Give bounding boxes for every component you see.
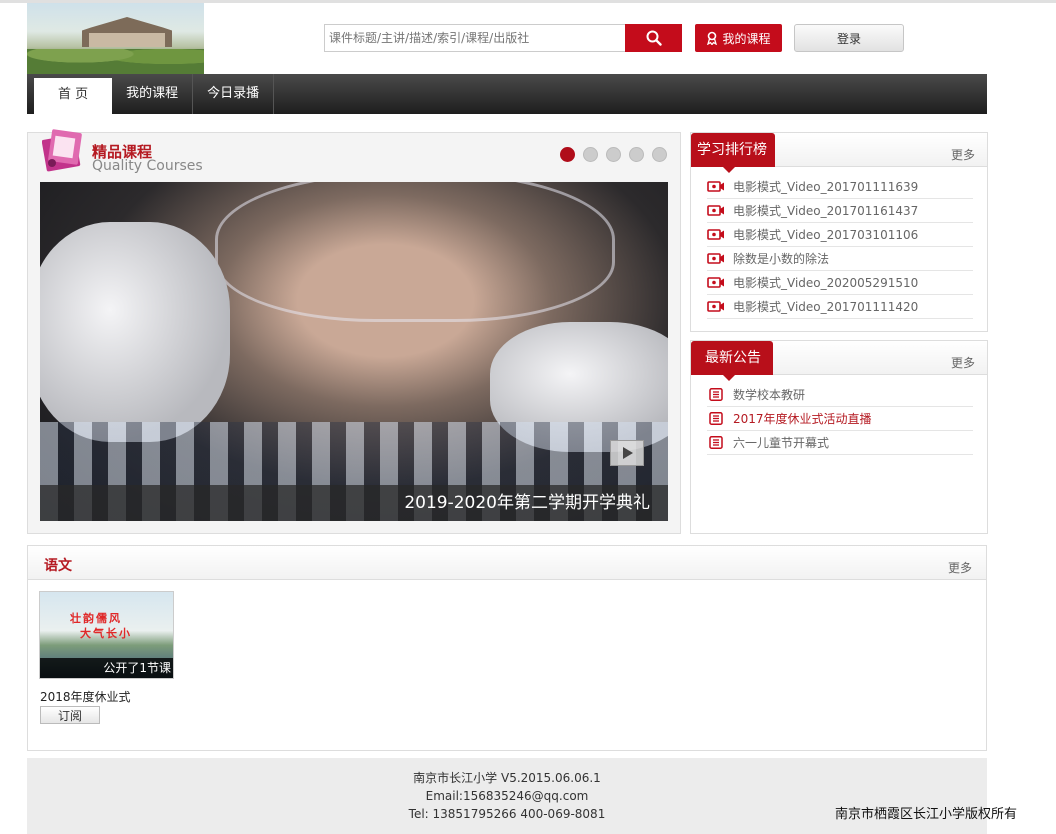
document-list-icon xyxy=(709,436,723,449)
course-name[interactable]: 2018年度休业式 xyxy=(40,688,131,705)
footer-version: 南京市长江小学 V5.2015.06.06.1 xyxy=(413,771,601,785)
my-course-label: 我的课程 xyxy=(722,31,771,46)
login-button[interactable]: 登录 xyxy=(794,24,904,52)
document-list-icon xyxy=(709,412,723,425)
course-thumbnail[interactable]: 壮韵儒风 大气长小 公开了1节课 xyxy=(39,591,174,679)
list-item[interactable]: 电影模式_Video_201701161437 xyxy=(707,199,973,223)
chinese-course-section: 语文 更多 壮韵儒风 大气长小 公开了1节课 2018年度休业式 订阅 xyxy=(27,545,987,751)
slide-goggles xyxy=(215,182,615,322)
notices-more-link[interactable]: 更多 xyxy=(951,354,975,371)
thumbnail-text: 大气长小 xyxy=(80,627,132,640)
slide-dot[interactable] xyxy=(652,147,667,162)
chinese-header: 语文 更多 xyxy=(28,546,986,580)
video-camera-icon xyxy=(707,181,724,192)
play-icon[interactable] xyxy=(610,440,644,466)
ranking-title: 学习排行榜 xyxy=(691,133,775,173)
list-item[interactable]: 数学校本教研 xyxy=(707,383,973,407)
ranking-more-link[interactable]: 更多 xyxy=(951,146,975,163)
subscribe-button[interactable]: 订阅 xyxy=(40,706,100,724)
chinese-more-link[interactable]: 更多 xyxy=(948,559,972,576)
school-logo-image[interactable] xyxy=(27,3,204,74)
video-camera-icon xyxy=(707,277,724,288)
featured-courses-panel: 精品课程 Quality Courses 2019-2020年第二学期开学典礼 xyxy=(27,129,681,534)
list-item[interactable]: 电影模式_Video_201701111639 xyxy=(707,175,973,199)
copyright-text: 南京市栖霞区长江小学版权所有 xyxy=(835,807,1018,822)
list-item[interactable]: 电影模式_Video_202005291510 xyxy=(707,271,973,295)
notices-list: 数学校本教研 2017年度休业式活动直播 六一儿童节开幕式 xyxy=(691,375,987,455)
ranking-header: 学习排行榜 更多 xyxy=(691,133,987,173)
slide-dot[interactable] xyxy=(560,147,575,162)
list-item[interactable]: 电影模式_Video_201701111420 xyxy=(707,295,973,319)
slide-caption: 2019-2020年第二学期开学典礼 xyxy=(40,485,668,521)
slide-dot[interactable] xyxy=(629,147,644,162)
study-ranking-panel: 学习排行榜 更多 电影模式_Video_201701111639 电影模式_Vi… xyxy=(690,132,988,332)
ribbon-icon xyxy=(707,31,718,45)
logo-greenery xyxy=(27,49,204,74)
search-input[interactable] xyxy=(324,24,626,52)
ranking-list: 电影模式_Video_201701111639 电影模式_Video_20170… xyxy=(691,167,987,319)
thumbnail-text: 壮韵儒风 xyxy=(70,612,122,625)
slide-indicator xyxy=(560,147,667,162)
list-item[interactable]: 除数是小数的除法 xyxy=(707,247,973,271)
notices-header: 最新公告 更多 xyxy=(691,341,987,381)
featured-subtitle: Quality Courses xyxy=(92,158,203,174)
latest-notices-panel: 最新公告 更多 数学校本教研 2017年度休业式活动直播 六一儿童节开幕式 xyxy=(690,340,988,534)
nav-item-home[interactable]: 首 页 xyxy=(34,78,113,114)
section-title: 语文 xyxy=(44,558,72,574)
nav-item-my-courses[interactable]: 我的课程 xyxy=(112,74,194,114)
document-list-icon xyxy=(709,388,723,401)
footer: 南京市长江小学 V5.2015.06.06.1 Email:156835246@… xyxy=(27,758,987,834)
lesson-count: 公开了1节课 xyxy=(40,658,173,678)
slide-dot[interactable] xyxy=(606,147,621,162)
slide-dot[interactable] xyxy=(583,147,598,162)
film-reel-icon xyxy=(42,129,82,172)
logo-building-base xyxy=(89,33,165,47)
nav-item-today-recordings[interactable]: 今日录播 xyxy=(193,74,275,114)
video-camera-icon xyxy=(707,205,724,216)
video-camera-icon xyxy=(707,229,724,240)
search-button[interactable] xyxy=(625,24,682,52)
my-course-button[interactable]: 我的课程 xyxy=(695,24,782,52)
list-item[interactable]: 六一儿童节开幕式 xyxy=(707,431,973,455)
search-icon xyxy=(646,30,662,46)
list-item[interactable]: 电影模式_Video_201703101106 xyxy=(707,223,973,247)
main-nav: 首 页 我的课程 今日录播 xyxy=(27,74,987,114)
video-camera-icon xyxy=(707,253,724,264)
slide-glove-left xyxy=(40,222,230,442)
list-item[interactable]: 2017年度休业式活动直播 xyxy=(707,407,973,431)
video-camera-icon xyxy=(707,301,724,312)
notices-title: 最新公告 xyxy=(691,341,773,381)
featured-slide-image[interactable]: 2019-2020年第二学期开学典礼 xyxy=(40,182,668,521)
